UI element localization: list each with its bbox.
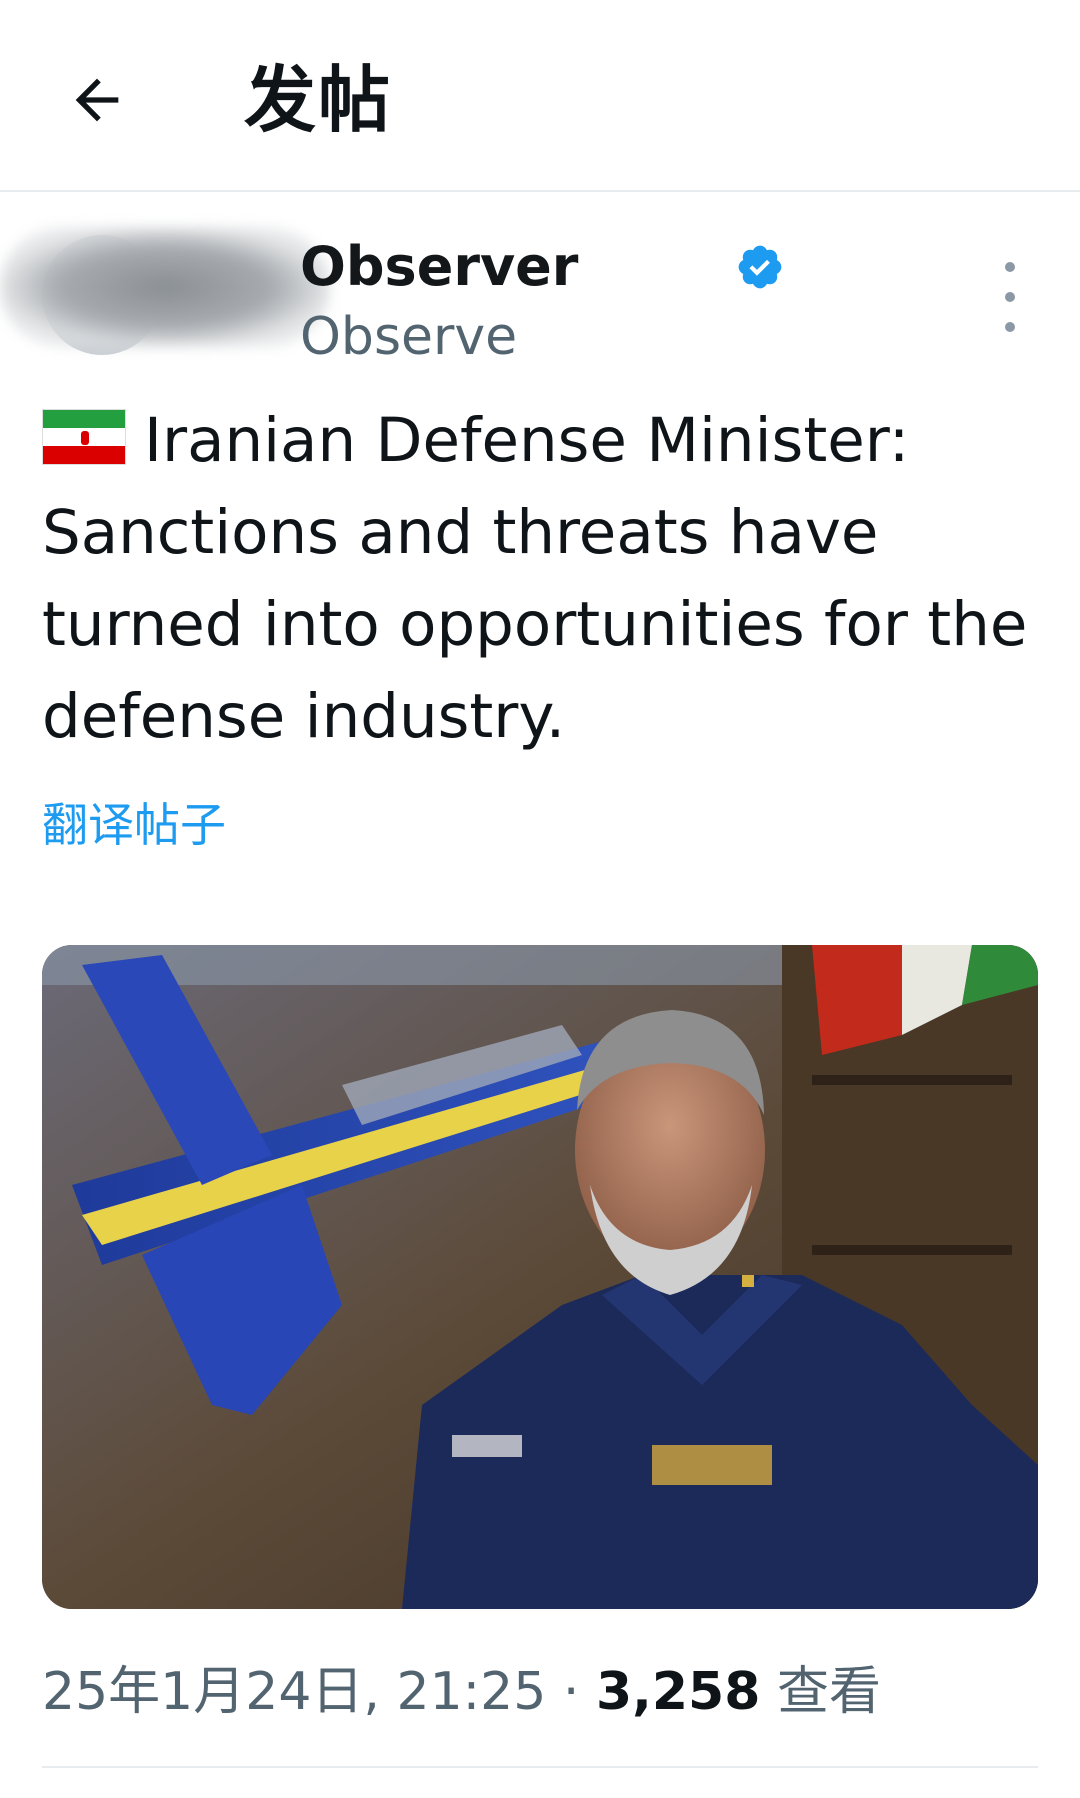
top-bar: 发帖 [0,0,1080,192]
page-title: 发帖 [244,58,393,142]
author-display-name[interactable]: Observer [300,235,578,299]
back-button[interactable] [52,55,142,145]
post-meta: 25年1月24日, 21:25 · 3,258 查看 [42,1660,881,1724]
author-row: Observer Observe [0,215,1080,367]
dot-icon [1005,322,1015,332]
dot-icon [1005,292,1015,302]
meta-separator: · [562,1662,580,1722]
divider [42,1766,1038,1768]
author-handle[interactable]: Observe [300,307,517,367]
verified-badge-icon [738,245,782,289]
iran-flag-icon [42,409,126,465]
post-text: Iranian Defense Minister: Sanctions and … [42,395,1042,763]
redaction-blur [0,227,330,347]
officer-photo [42,945,1038,1609]
views-count: 3,258 [595,1662,761,1722]
arrow-left-icon [75,78,119,122]
more-options-button[interactable] [990,262,1030,332]
views-label: 查看 [776,1662,881,1722]
post-timestamp[interactable]: 25年1月24日, 21:25 [42,1662,546,1722]
post-text-body: Iranian Defense Minister: Sanctions and … [42,405,1028,752]
post-image[interactable] [42,945,1038,1609]
dot-icon [1005,262,1015,272]
translate-post-link[interactable]: 翻译帖子 [42,795,226,855]
